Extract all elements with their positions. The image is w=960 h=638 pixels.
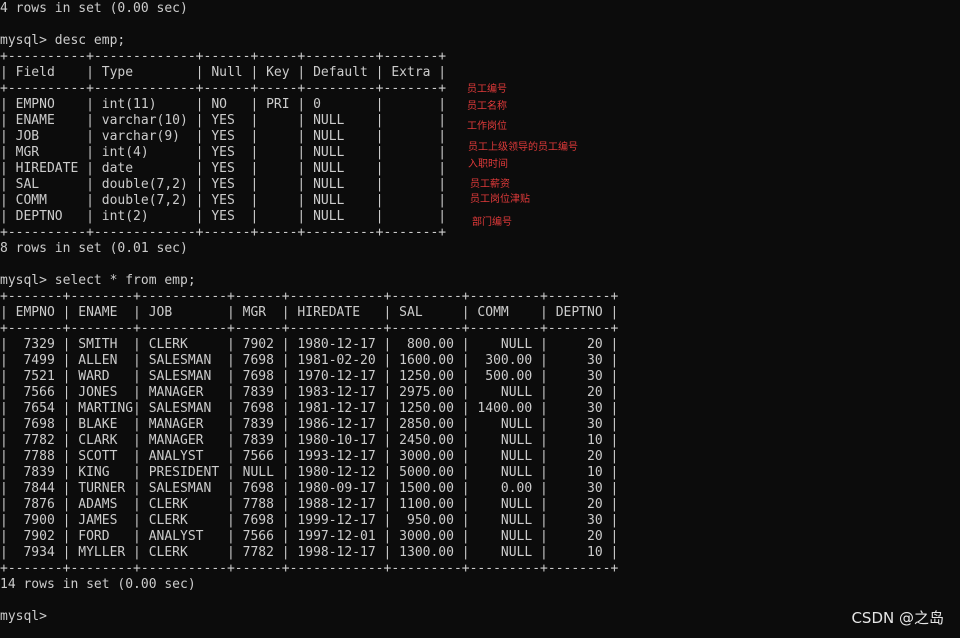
terminal-line: | 7566 | JONES | MANAGER | 7839 | 1983-1… — [0, 385, 619, 400]
annotation-sal: 员工薪资 — [470, 179, 510, 190]
terminal-line: | 7698 | BLAKE | MANAGER | 7839 | 1986-1… — [0, 417, 619, 432]
annotation-deptno: 部门编号 — [472, 217, 512, 228]
terminal-line: | SAL | double(7,2) | YES | | NULL | | — [0, 177, 447, 192]
terminal-line: | 7876 | ADAMS | CLERK | 7788 | 1988-12-… — [0, 497, 619, 512]
annotation-comm: 员工岗位津贴 — [470, 194, 530, 205]
terminal-line: mysql> select * from emp; — [0, 273, 196, 288]
terminal-line: | 7788 | SCOTT | ANALYST | 7566 | 1993-1… — [0, 449, 619, 464]
terminal-line: +-------+--------+-----------+------+---… — [0, 289, 619, 304]
terminal-line: | 7839 | KING | PRESIDENT | NULL | 1980-… — [0, 465, 619, 480]
terminal-line: +----------+-------------+------+-----+-… — [0, 49, 447, 64]
terminal-line: +----------+-------------+------+-----+-… — [0, 225, 447, 240]
terminal-line: mysql> — [0, 609, 47, 624]
annotation-job: 工作岗位 — [467, 121, 507, 132]
terminal-line: | COMM | double(7,2) | YES | | NULL | | — [0, 193, 447, 208]
terminal-line: | 7654 | MARTING| SALESMAN | 7698 | 1981… — [0, 401, 619, 416]
terminal-line: | 7902 | FORD | ANALYST | 7566 | 1997-12… — [0, 529, 619, 544]
annotation-empno: 员工编号 — [467, 84, 507, 95]
terminal-line: | EMPNO | ENAME | JOB | MGR | HIREDATE |… — [0, 305, 619, 320]
terminal-line: | EMPNO | int(11) | NO | PRI | 0 | | — [0, 97, 447, 112]
terminal-line: 8 rows in set (0.01 sec) — [0, 241, 188, 256]
annotation-ename: 员工名称 — [467, 101, 507, 112]
terminal-line: | Field | Type | Null | Key | Default | … — [0, 65, 447, 80]
terminal-line: mysql> desc emp; — [0, 33, 126, 48]
terminal-line: | ENAME | varchar(10) | YES | | NULL | | — [0, 113, 447, 128]
terminal-line: | 7782 | CLARK | MANAGER | 7839 | 1980-1… — [0, 433, 619, 448]
annotation-hiredate: 入职时间 — [468, 159, 508, 170]
terminal-line: +-------+--------+-----------+------+---… — [0, 561, 619, 576]
terminal-line: | HIREDATE | date | YES | | NULL | | — [0, 161, 447, 176]
terminal-line: +-------+--------+-----------+------+---… — [0, 321, 619, 336]
terminal-line: 4 rows in set (0.00 sec) — [0, 1, 188, 16]
annotation-mgr: 员工上级领导的员工编号 — [468, 142, 578, 153]
terminal-line: +----------+-------------+------+-----+-… — [0, 81, 447, 96]
terminal-line: | 7934 | MYLLER | CLERK | 7782 | 1998-12… — [0, 545, 619, 560]
terminal-line: | DEPTNO | int(2) | YES | | NULL | | — [0, 209, 447, 224]
csdn-watermark: CSDN @之岛 — [851, 609, 944, 627]
terminal-line: | 7900 | JAMES | CLERK | 7698 | 1999-12-… — [0, 513, 619, 528]
terminal-output[interactable]: 4 rows in set (0.00 sec) mysql> desc emp;… — [0, 0, 960, 638]
terminal-line: | 7521 | WARD | SALESMAN | 7698 | 1970-1… — [0, 369, 619, 384]
terminal-line: | 7329 | SMITH | CLERK | 7902 | 1980-12-… — [0, 337, 619, 352]
terminal-line: | JOB | varchar(9) | YES | | NULL | | — [0, 129, 447, 144]
terminal-line: | 7844 | TURNER | SALESMAN | 7698 | 1980… — [0, 481, 619, 496]
terminal-line: 14 rows in set (0.00 sec) — [0, 577, 196, 592]
terminal-line: | 7499 | ALLEN | SALESMAN | 7698 | 1981-… — [0, 353, 619, 368]
terminal-line: | MGR | int(4) | YES | | NULL | | — [0, 145, 447, 160]
